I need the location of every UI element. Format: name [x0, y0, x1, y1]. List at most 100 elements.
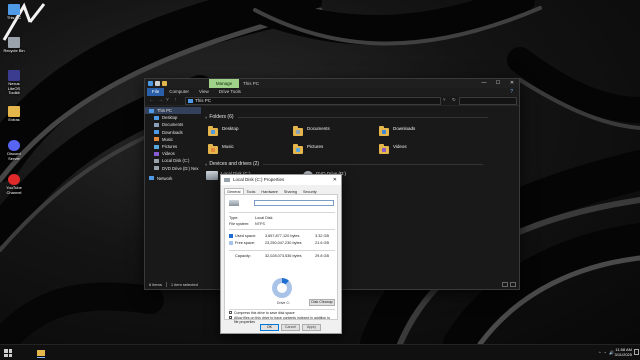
folder-item-pictures[interactable]: Pictures — [293, 144, 323, 154]
desktop-icon-label: Nexus LiteOS Toolkit — [7, 81, 21, 96]
sidebar-item-label: Music — [162, 136, 173, 142]
taskbar-file-explorer[interactable] — [36, 348, 46, 358]
youtube-icon — [8, 174, 20, 185]
show-hidden-icons-icon[interactable]: ^ — [599, 350, 601, 355]
drive-name-input[interactable] — [254, 200, 334, 206]
divider — [229, 250, 335, 251]
address-dropdown-icon[interactable]: ˅ — [443, 97, 446, 102]
desktop-icon-recycle-bin[interactable]: Recycle Bin — [2, 37, 26, 54]
dialog-close-button[interactable]: ✕ — [333, 175, 337, 185]
sidebar-item-videos[interactable]: Videos — [145, 150, 201, 157]
address-field[interactable]: This PC — [185, 97, 441, 105]
address-text: This PC — [195, 98, 212, 103]
sidebar-item-this-pc[interactable]: This PC — [145, 107, 201, 115]
checkbox-icon[interactable] — [229, 311, 232, 314]
maximize-button[interactable]: ☐ — [491, 79, 505, 88]
fs-label: File system: — [229, 222, 250, 226]
sidebar-item-dvd-drive[interactable]: DVD Drive (D:) Nex — [145, 165, 201, 172]
drive-icon — [154, 158, 159, 163]
desktop-icon-toolkit[interactable]: Nexus LiteOS Toolkit — [2, 70, 26, 96]
folder-item-downloads[interactable]: Downloads — [379, 126, 415, 136]
apply-button[interactable]: Apply — [302, 324, 321, 331]
index-checkbox[interactable]: ✓ Allow files on this drive to have cont… — [229, 316, 335, 324]
up-arrow-icon[interactable]: ↑ — [174, 97, 177, 103]
folders-header[interactable]: ˅ Folders (6) — [205, 114, 488, 120]
sidebar-item-label: This PC — [157, 108, 172, 114]
tab-file[interactable]: File — [147, 88, 165, 96]
properties-icon[interactable] — [155, 81, 160, 86]
dialog-title-bar[interactable]: Local Disk (C:) Properties ✕ — [221, 175, 341, 185]
title-bar[interactable]: Manage This PC — ☐ ✕ — [145, 79, 519, 88]
compress-checkbox[interactable]: Compress this drive to save disk space — [229, 311, 335, 315]
active-indicator — [37, 357, 45, 358]
sidebar-item-local-disk[interactable]: Local Disk (C:) — [145, 157, 201, 164]
properties-dialog[interactable]: Local Disk (C:) Properties ✕ General Too… — [220, 174, 342, 334]
close-button[interactable]: ✕ — [505, 79, 519, 88]
tab-view[interactable]: View — [194, 88, 214, 96]
cancel-button[interactable]: Cancel — [281, 324, 300, 331]
folder-item-videos[interactable]: Videos — [379, 144, 407, 154]
details-view-icon[interactable] — [502, 282, 508, 287]
drive-letter-label: Drive C: — [277, 301, 290, 305]
selection-count: 1 item selected — [170, 282, 198, 287]
folder-icon — [208, 126, 218, 136]
used-gb: 3.32 GB — [315, 234, 329, 238]
documents-icon — [154, 122, 159, 127]
taskbar: ^ ◔ 🔊 11:58 AM 3/11/2025 — [0, 344, 640, 360]
forward-arrow-icon[interactable]: → — [158, 97, 163, 103]
start-button[interactable] — [4, 349, 12, 357]
dialog-buttons: OK Cancel Apply — [260, 324, 321, 331]
refresh-icon[interactable]: ↻ — [452, 97, 456, 103]
minimize-button[interactable]: — — [477, 79, 491, 88]
folder-name: Music — [222, 144, 234, 149]
sidebar-item-desktop[interactable]: Desktop — [145, 114, 201, 121]
drives-header[interactable]: ˅ Devices and drives (2) — [205, 161, 484, 167]
volume-icon[interactable]: 🔊 — [609, 350, 614, 355]
checkbox-checked-icon[interactable]: ✓ — [229, 316, 233, 320]
free-bytes: 23,250,047,230 bytes — [265, 241, 302, 245]
explorer-icon — [148, 81, 153, 86]
window-title: This PC — [243, 81, 260, 86]
help-icon[interactable]: ? — [510, 89, 513, 95]
search-input[interactable] — [459, 97, 517, 105]
folder-name: Pictures — [307, 144, 324, 149]
divider — [229, 212, 335, 213]
notification-icon[interactable] — [634, 349, 639, 355]
folder-item-desktop[interactable]: Desktop — [208, 126, 239, 136]
network-icon[interactable]: ◔ — [604, 350, 606, 355]
free-gb: 21.6 GB — [315, 241, 329, 245]
new-folder-icon[interactable] — [162, 81, 167, 86]
pictures-icon — [154, 144, 159, 149]
folder-icon — [293, 144, 303, 154]
desktop-icon-label: This PC — [6, 15, 22, 20]
ok-button[interactable]: OK — [260, 324, 279, 331]
sidebar-item-music[interactable]: Music — [145, 136, 201, 143]
sidebar-item-documents[interactable]: Documents — [145, 121, 201, 128]
tiles-view-icon[interactable] — [510, 282, 516, 287]
folder-icon — [379, 144, 389, 154]
sidebar-item-network[interactable]: Network — [145, 175, 201, 182]
back-arrow-icon[interactable]: ← — [149, 97, 154, 103]
manage-tab[interactable]: Manage — [209, 79, 239, 88]
desktop-icon-discord[interactable]: Discord Server — [2, 140, 26, 161]
type-value: Local Disk — [255, 216, 273, 220]
recent-dropdown-icon[interactable]: ˅ — [166, 97, 169, 103]
item-count: 6 items — [149, 282, 162, 287]
desktop-icon-extras[interactable]: Extras — [2, 106, 26, 123]
tab-computer[interactable]: Computer — [164, 88, 194, 96]
music-icon — [154, 137, 159, 142]
clock[interactable]: 11:58 AM 3/11/2025 — [615, 347, 633, 357]
tab-drive-tools[interactable]: Drive Tools — [214, 88, 246, 96]
this-pc-icon — [8, 4, 20, 15]
sidebar-item-pictures[interactable]: Pictures — [145, 143, 201, 150]
divider — [237, 116, 488, 118]
compress-label: Compress this drive to save disk space — [234, 311, 295, 315]
sidebar-item-label: Desktop — [162, 115, 178, 121]
desktop-icon-youtube[interactable]: YouTube Channel — [2, 174, 26, 195]
folder-item-music[interactable]: Music — [208, 144, 234, 154]
used-color-swatch — [229, 234, 233, 238]
sidebar-item-downloads[interactable]: Downloads — [145, 129, 201, 136]
disk-cleanup-button[interactable]: Disk Cleanup — [309, 299, 335, 306]
desktop-icon-this-pc[interactable]: This PC — [2, 4, 26, 21]
folder-item-documents[interactable]: Documents — [293, 126, 330, 136]
